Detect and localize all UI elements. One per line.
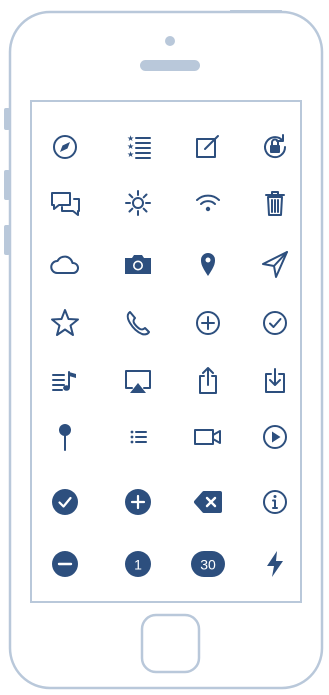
chat-bubbles-icon[interactable] bbox=[48, 186, 82, 220]
trash-icon[interactable] bbox=[258, 186, 292, 220]
list-icon[interactable]: ★ ★ ★ bbox=[121, 130, 155, 164]
play-circle-icon[interactable] bbox=[258, 420, 292, 454]
compose-icon[interactable] bbox=[191, 130, 225, 164]
badge-thirty-label: 30 bbox=[200, 557, 216, 573]
speaker-grille bbox=[140, 60, 200, 71]
star-icon[interactable] bbox=[48, 306, 82, 340]
add-badge-icon[interactable] bbox=[121, 485, 155, 519]
front-camera bbox=[165, 36, 175, 46]
location-pin-icon[interactable] bbox=[191, 247, 225, 281]
music-list-icon[interactable] bbox=[48, 364, 82, 398]
bullet-list-icon[interactable] bbox=[121, 420, 155, 454]
compass-icon[interactable] bbox=[48, 130, 82, 164]
badge-one-icon[interactable]: 1 bbox=[121, 547, 155, 581]
brightness-icon[interactable] bbox=[121, 186, 155, 220]
video-icon[interactable] bbox=[191, 420, 225, 454]
check-badge-icon[interactable] bbox=[48, 485, 82, 519]
home-button bbox=[140, 613, 201, 674]
camera-icon[interactable] bbox=[121, 247, 155, 281]
info-icon[interactable] bbox=[258, 485, 292, 519]
map-pin-icon[interactable] bbox=[48, 420, 82, 454]
phone-icon[interactable] bbox=[121, 306, 155, 340]
badge-one-label: 1 bbox=[134, 557, 142, 573]
screen bbox=[30, 100, 302, 603]
minus-badge-icon[interactable] bbox=[48, 547, 82, 581]
cloud-icon[interactable] bbox=[48, 247, 82, 281]
wifi-icon[interactable] bbox=[191, 186, 225, 220]
share-icon[interactable] bbox=[191, 364, 225, 398]
download-icon[interactable] bbox=[258, 364, 292, 398]
phone-frame bbox=[4, 10, 324, 690]
delete-badge-icon[interactable] bbox=[191, 485, 225, 519]
badge-thirty-icon[interactable]: 30 bbox=[191, 547, 225, 581]
paper-plane-icon[interactable] bbox=[258, 247, 292, 281]
svg-text:★: ★ bbox=[127, 150, 134, 159]
add-circle-icon[interactable] bbox=[191, 306, 225, 340]
rotation-lock-icon[interactable] bbox=[258, 130, 292, 164]
lightning-icon[interactable] bbox=[258, 547, 292, 581]
check-circle-icon[interactable] bbox=[258, 306, 292, 340]
airplay-icon[interactable] bbox=[121, 364, 155, 398]
